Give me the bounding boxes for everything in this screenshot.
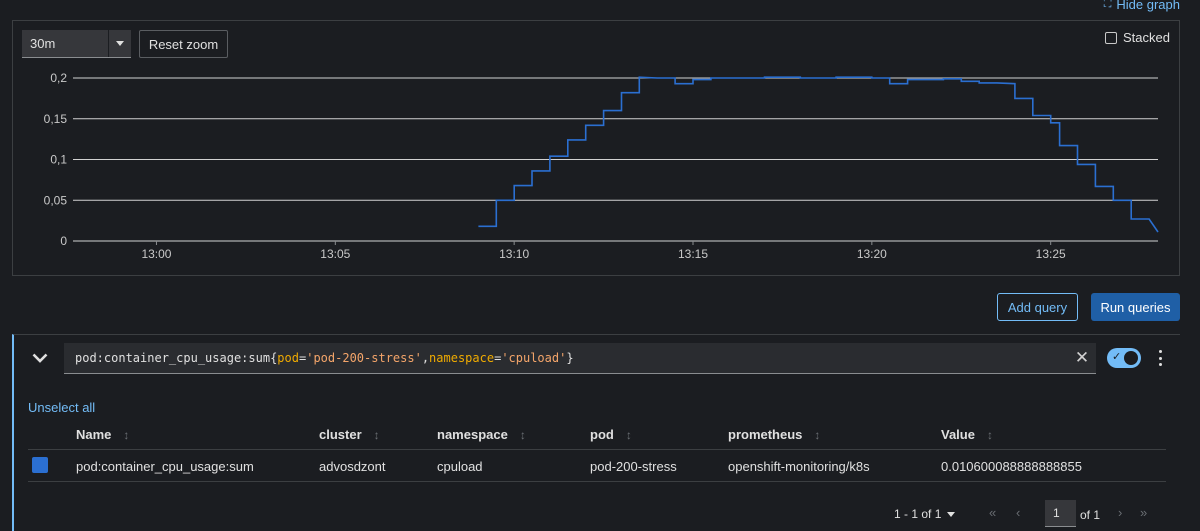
- y-tick-label: 0,1: [50, 153, 67, 167]
- query-label-namespace: namespace: [429, 351, 495, 365]
- chevron-down-icon: [32, 353, 48, 363]
- x-tick-label: 13:25: [1036, 247, 1066, 261]
- caret-down-icon: [116, 41, 124, 46]
- query-operator: =: [494, 351, 502, 365]
- sort-icon: ↕: [373, 427, 380, 442]
- pagination-range: 1 - 1 of 1: [894, 507, 942, 521]
- query-metric: pod:container_cpu_usage:sum{: [75, 351, 278, 365]
- x-tick-label: 13:10: [499, 247, 529, 261]
- query-label-pod: pod: [277, 351, 299, 365]
- query-value-namespace: 'cpuload': [501, 351, 567, 365]
- x-tick-label: 13:15: [678, 247, 708, 261]
- sort-icon: ↕: [519, 427, 526, 442]
- y-tick-label: 0,2: [50, 71, 67, 85]
- column-label: prometheus: [728, 427, 803, 442]
- cell-prometheus: openshift-monitoring/k8s: [728, 459, 870, 474]
- query-close-brace: }: [566, 351, 574, 365]
- column-header-cluster[interactable]: cluster ↕: [319, 427, 380, 442]
- y-tick-label: 0: [60, 234, 67, 248]
- x-tick-label: 13:05: [320, 247, 350, 261]
- previous-page-icon[interactable]: ‹: [1016, 505, 1020, 520]
- run-queries-button[interactable]: Run queries: [1091, 293, 1180, 321]
- table-divider: [28, 481, 1166, 482]
- column-header-prometheus[interactable]: prometheus ↕: [728, 427, 820, 442]
- column-label: Value: [941, 427, 975, 442]
- reset-zoom-button[interactable]: Reset zoom: [139, 30, 228, 58]
- time-span-value: 30m: [30, 36, 56, 51]
- column-label: namespace: [437, 427, 508, 442]
- y-tick-label: 0,15: [44, 112, 68, 126]
- y-tick-label: 0,05: [44, 193, 68, 207]
- time-span-dropdown[interactable]: 30m: [22, 30, 131, 58]
- x-tick-label: 13:00: [141, 247, 171, 261]
- cell-name: pod:container_cpu_usage:sum: [76, 459, 254, 474]
- page-number-input[interactable]: 1: [1045, 500, 1076, 527]
- query-value-pod: 'pod-200-stress': [306, 351, 422, 365]
- table-divider: [28, 449, 1166, 450]
- caret-down-icon: [947, 511, 956, 517]
- cell-value: 0.010600088888888855: [941, 459, 1082, 474]
- column-label: Name: [76, 427, 112, 442]
- unselect-all-link[interactable]: Unselect all: [28, 400, 95, 415]
- check-icon: ✓: [1112, 351, 1122, 363]
- first-page-icon[interactable]: «: [989, 505, 996, 520]
- column-header-pod[interactable]: pod ↕: [590, 427, 632, 442]
- last-page-icon[interactable]: »: [1140, 505, 1147, 520]
- series-color-checkbox[interactable]: [32, 457, 48, 473]
- query-enabled-switch[interactable]: ✓: [1107, 348, 1141, 368]
- clear-query-icon[interactable]: ✕: [1074, 348, 1090, 368]
- sort-icon: ↕: [814, 427, 821, 442]
- collapse-query-toggle[interactable]: [30, 350, 50, 366]
- cell-cluster: advosdzont: [319, 459, 386, 474]
- stacked-option[interactable]: Stacked: [1105, 30, 1170, 45]
- column-label: cluster: [319, 427, 362, 442]
- next-page-icon[interactable]: ›: [1118, 505, 1122, 520]
- time-span-toggle[interactable]: [108, 30, 131, 57]
- page-total: of 1: [1080, 508, 1101, 522]
- column-label: pod: [590, 427, 614, 442]
- query-operator: =: [298, 351, 307, 365]
- column-header-name[interactable]: Name ↕: [76, 427, 129, 442]
- add-query-button[interactable]: Add query: [997, 293, 1078, 321]
- stacked-checkbox[interactable]: [1105, 31, 1118, 44]
- series-line[interactable]: [478, 76, 1159, 233]
- sort-icon: ↕: [986, 427, 993, 442]
- column-header-value[interactable]: Value ↕: [941, 427, 993, 442]
- column-header-namespace[interactable]: namespace ↕: [437, 427, 526, 442]
- cell-pod: pod-200-stress: [590, 459, 677, 474]
- cell-namespace: cpuload: [437, 459, 483, 474]
- sort-icon: ↕: [123, 427, 130, 442]
- x-tick-label: 13:20: [857, 247, 887, 261]
- kebab-menu-icon[interactable]: [1155, 350, 1165, 366]
- per-page-toggle[interactable]: 1 - 1 of 1: [894, 507, 956, 521]
- sort-icon: ↕: [625, 427, 632, 442]
- query-expression-input[interactable]: pod:container_cpu_usage:sum{pod ='pod-200…: [64, 343, 1096, 374]
- stacked-label: Stacked: [1123, 30, 1170, 45]
- query-separator: ,: [421, 351, 430, 365]
- switch-knob: [1124, 351, 1138, 365]
